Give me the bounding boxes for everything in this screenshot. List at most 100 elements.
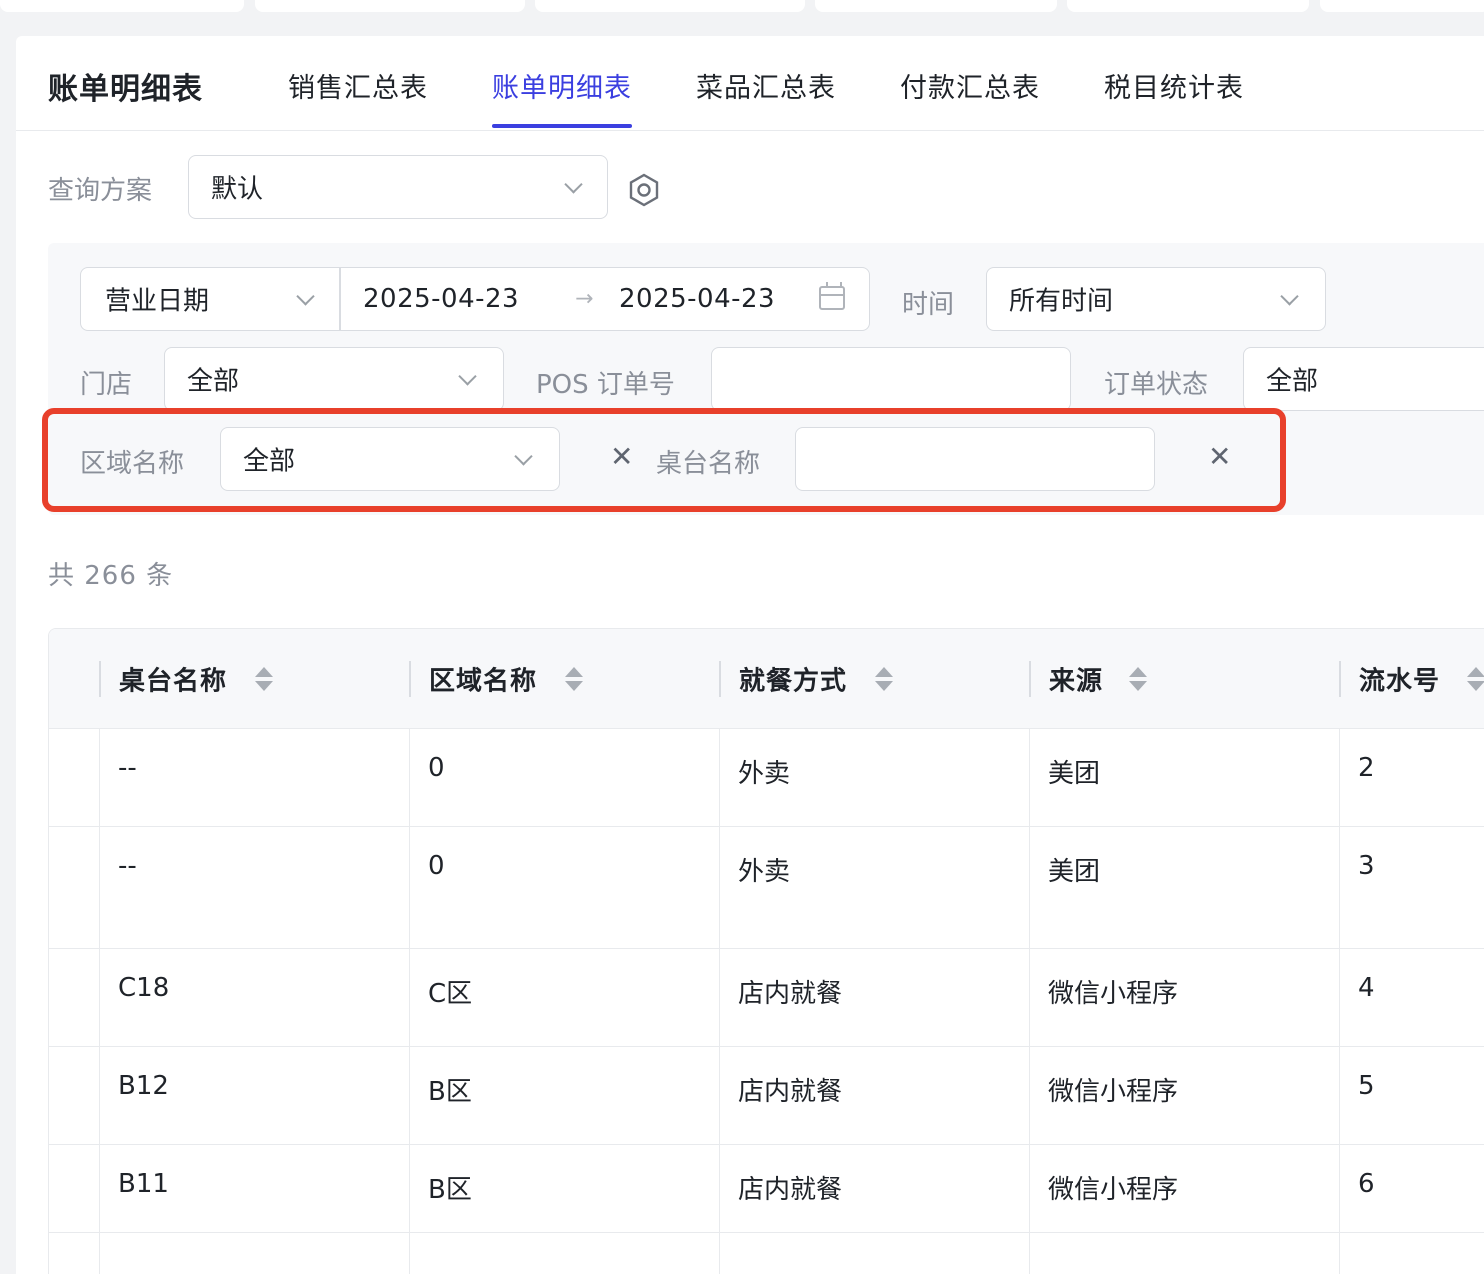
report-card: 账单明细表 销售汇总表 账单明细表 菜品汇总表 付款汇总表 税目统计表 查询方案…	[16, 36, 1484, 1274]
column-header-source[interactable]: 来源	[1029, 629, 1339, 729]
cell-dining-mode: 店内就餐	[719, 1047, 1029, 1144]
cell-value: 5	[1358, 1071, 1375, 1101]
order-status-label: 订单状态	[1104, 370, 1209, 400]
date-divider	[339, 268, 341, 330]
top-chip	[1320, 0, 1484, 12]
cell-source: 美团	[1029, 827, 1339, 948]
table-row[interactable]: C18 C区 店内就餐 微信小程序 4	[49, 949, 1484, 1047]
column-header-area-name[interactable]: 区域名称	[409, 629, 719, 729]
cell-value: 外卖	[738, 759, 791, 789]
chevron-down-icon	[1280, 287, 1299, 306]
sort-icon[interactable]	[565, 667, 583, 693]
cell-table-name	[99, 1233, 409, 1274]
cell-table-name: --	[99, 827, 409, 948]
column-separator	[409, 661, 411, 697]
cell-serial-number: 6	[1339, 1145, 1484, 1232]
cell-table-name: --	[99, 729, 409, 826]
cell-value: 店内就餐	[738, 979, 843, 1009]
column-separator	[99, 661, 101, 697]
cell-value: --	[118, 753, 137, 783]
cell-value: C18	[118, 973, 170, 1003]
query-scheme-select[interactable]: 默认	[188, 155, 608, 219]
sort-icon[interactable]	[875, 667, 893, 693]
table-row[interactable]: -- 0 外卖 美团 3	[49, 827, 1484, 949]
store-value: 全部	[187, 366, 240, 397]
column-header-dining-mode[interactable]: 就餐方式	[719, 629, 1029, 729]
cell-serial-number: 2	[1339, 729, 1484, 826]
top-tab-strip	[0, 0, 1484, 18]
cell-dining-mode	[719, 1233, 1029, 1274]
bill-detail-table: 桌台名称 区域名称 就餐方式 来源 流水号 -- 0 外卖 美团 2 -- 0 …	[48, 628, 1484, 1274]
tab-tax-statistics[interactable]: 税目统计表	[1104, 66, 1244, 105]
cell-value: 店内就餐	[738, 1077, 843, 1107]
cell-source	[1029, 1233, 1339, 1274]
column-title: 流水号	[1359, 666, 1441, 697]
date-type-value[interactable]: 营业日期	[105, 281, 209, 318]
date-end[interactable]: 2025-04-23	[619, 284, 775, 314]
sort-icon[interactable]	[1129, 667, 1147, 693]
column-header-table-name[interactable]: 桌台名称	[99, 629, 409, 729]
top-chip	[1067, 0, 1309, 12]
cell-value: B12	[118, 1071, 169, 1101]
chevron-down-icon	[564, 175, 583, 194]
cell-area-name: 0	[409, 729, 719, 826]
cell-source: 美团	[1029, 729, 1339, 826]
cell-value: 6	[1358, 1169, 1375, 1199]
store-select[interactable]: 全部	[164, 347, 504, 411]
cell-value: 微信小程序	[1048, 1077, 1179, 1107]
cell-table-name: B12	[99, 1047, 409, 1144]
cell-value: 美团	[1048, 759, 1101, 789]
date-start[interactable]: 2025-04-23	[363, 284, 519, 314]
time-value: 所有时间	[1009, 286, 1114, 317]
cell-value: 微信小程序	[1048, 979, 1179, 1009]
cell-source: 微信小程序	[1029, 1047, 1339, 1144]
order-status-select[interactable]: 全部	[1243, 347, 1484, 411]
cell-dining-mode: 店内就餐	[719, 1145, 1029, 1232]
column-separator	[1029, 661, 1031, 697]
table-header: 桌台名称 区域名称 就餐方式 来源 流水号	[49, 629, 1484, 729]
tab-payment-summary[interactable]: 付款汇总表	[900, 66, 1040, 105]
cell-value: 微信小程序	[1048, 1175, 1179, 1205]
column-title: 来源	[1049, 666, 1104, 697]
time-label: 时间	[902, 290, 955, 320]
calendar-icon[interactable]	[819, 282, 845, 310]
cell-value: B11	[118, 1169, 169, 1199]
table-row[interactable]: B12 B区 店内就餐 微信小程序 5	[49, 1047, 1484, 1145]
settings-icon[interactable]	[626, 172, 662, 208]
table-row[interactable]: B11 B区 店内就餐 微信小程序 6	[49, 1145, 1484, 1233]
cell-value: B区	[428, 1077, 472, 1107]
cell-serial-number: 4	[1339, 949, 1484, 1046]
pos-order-input[interactable]	[711, 347, 1071, 411]
cell-area-name: 0	[409, 827, 719, 948]
cell-value: 0	[428, 753, 445, 783]
chevron-down-icon	[296, 287, 315, 306]
report-tabbar: 账单明细表 销售汇总表 账单明细表 菜品汇总表 付款汇总表 税目统计表	[16, 36, 1484, 131]
tab-dish-summary[interactable]: 菜品汇总表	[696, 66, 836, 105]
cell-area-name: C区	[409, 949, 719, 1046]
cell-value: 2	[1358, 753, 1375, 783]
table-row[interactable]: -- 0 外卖 美团 2	[49, 729, 1484, 827]
table-row[interactable]	[49, 1233, 1484, 1274]
cell-value: 店内就餐	[738, 1175, 843, 1205]
total-count: 共 266 条	[48, 561, 174, 591]
sort-icon[interactable]	[255, 667, 273, 693]
time-select[interactable]: 所有时间	[986, 267, 1326, 331]
cell-value: C区	[428, 979, 473, 1009]
cell-serial-number	[1339, 1233, 1484, 1274]
cell-dining-mode: 外卖	[719, 729, 1029, 826]
cell-value: 0	[428, 851, 445, 881]
cell-serial-number: 5	[1339, 1047, 1484, 1144]
cell-area-name: B区	[409, 1047, 719, 1144]
sort-icon[interactable]	[1467, 667, 1484, 693]
cell-dining-mode: 店内就餐	[719, 949, 1029, 1046]
column-header-serial-number[interactable]: 流水号	[1339, 629, 1484, 729]
query-scheme-value: 默认	[211, 174, 264, 205]
tab-sales-summary[interactable]: 销售汇总表	[288, 66, 428, 105]
tab-bill-detail[interactable]: 账单明细表	[492, 66, 632, 105]
date-range-picker[interactable]: 营业日期 2025-04-23 → 2025-04-23	[80, 267, 870, 331]
cell-source: 微信小程序	[1029, 949, 1339, 1046]
arrow-right-icon: →	[575, 286, 594, 312]
column-separator	[719, 661, 721, 697]
store-label: 门店	[80, 370, 133, 400]
cell-value: 3	[1358, 851, 1375, 881]
